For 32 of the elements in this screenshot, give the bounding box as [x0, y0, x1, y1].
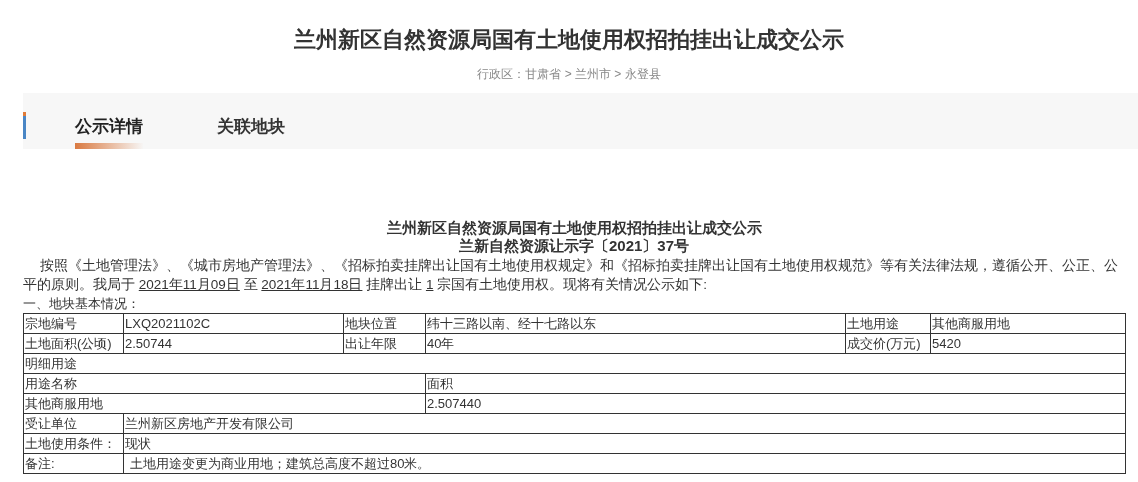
table-cell: 2.50744 — [123, 333, 344, 354]
table-cell: 其他商服用地 — [23, 393, 426, 414]
table-cell: 纬十三路以南、经十七路以东 — [425, 313, 846, 334]
table-cell: 受让单位 — [23, 413, 124, 434]
table-cell: 2.507440 — [425, 393, 1126, 414]
table-cell: 宗地编号 — [23, 313, 124, 334]
section-heading: 一、地块基本情况： — [23, 295, 141, 313]
table-cell: 备注: — [23, 453, 124, 474]
table-cell: 兰州新区房地产开发有限公司 — [123, 413, 1126, 434]
table-cell: 明细用途 — [23, 353, 1126, 374]
table-cell: 其他商服用地 — [930, 313, 1126, 334]
table-cell: 土地使用条件： — [23, 433, 124, 454]
breadcrumb: 行政区：甘肃省 > 兰州市 > 永登县 — [477, 66, 661, 82]
notice-title: 兰州新区自然资源局国有土地使用权招拍挂出让成交公示 — [385, 219, 763, 237]
table-cell: 40年 — [425, 333, 846, 354]
table-cell: 地块位置 — [343, 313, 426, 334]
table-cell: 出让年限 — [343, 333, 426, 354]
notice-number: 兰新自然资源让示字〔2021〕37号 — [457, 237, 691, 255]
page-title: 兰州新区自然资源局国有土地使用权招拍挂出让成交公示 — [294, 26, 844, 54]
accent-bar — [23, 112, 26, 139]
table-cell: 现状 — [123, 433, 1126, 454]
table-cell: 土地用途 — [845, 313, 931, 334]
table-cell: LXQ2021102C — [123, 313, 344, 334]
table-cell: 土地用途变更为商业用地；建筑总高度不超过80米。 — [123, 453, 1126, 474]
table-cell: 用途名称 — [23, 373, 426, 394]
table-cell: 面积 — [425, 373, 1126, 394]
table-cell: 土地面积(公顷) — [23, 333, 124, 354]
notice-paragraph: 按照《土地管理法》、《城市房地产管理法》、《招标拍卖挂牌出让国有土地使用权规定》和《招标拍卖挂牌出让国有土地使用权规范》等有关法律法规，遵循公开、公正、公平的原则。我局于 2021年11月09日 至 2021年11月18日 挂牌出让 1 宗国有土地使用权。现将有关情况公示如下: — [23, 257, 1119, 294]
tab[interactable]: 关联地块 — [217, 115, 285, 149]
tab[interactable]: 公示详情 — [75, 115, 143, 149]
table-cell: 成交价(万元) — [845, 333, 931, 354]
table-cell: 5420 — [930, 333, 1126, 354]
